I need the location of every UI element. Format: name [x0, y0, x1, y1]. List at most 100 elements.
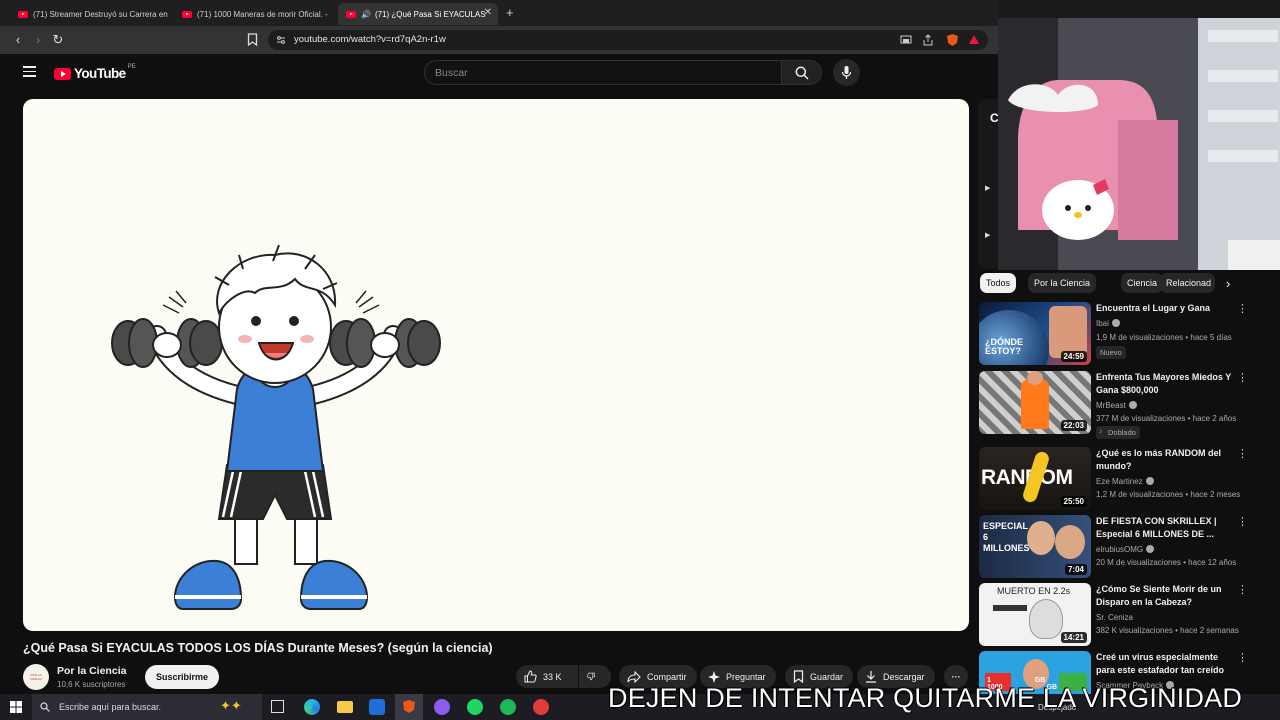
site-settings-icon[interactable] [276, 35, 286, 45]
mail-icon[interactable] [369, 699, 385, 715]
chip-todos[interactable]: Todos [980, 273, 1017, 293]
recommendation-item[interactable]: ESPECIAL 6 MILLONES 7:04 DE FIESTA CON S… [979, 515, 1279, 579]
chevron-right-icon[interactable]: › [1226, 276, 1230, 291]
video-thumbnail[interactable]: 22:03 [979, 371, 1091, 434]
channel-avatar[interactable]: POR LA CIENCIA [23, 664, 49, 690]
video-title[interactable]: Encuentra el Lugar y Gana [1096, 302, 1236, 315]
close-tab-icon[interactable]: ✕ [484, 7, 492, 18]
brave-rewards-icon[interactable] [968, 34, 980, 45]
reload-icon[interactable]: ↻ [50, 32, 66, 48]
menu-icon[interactable] [23, 66, 36, 77]
share-page-icon[interactable] [922, 34, 934, 46]
video-thumbnail[interactable]: ESPECIAL 6 MILLONES 7:04 [979, 515, 1091, 578]
video-duration: 25:50 [1060, 496, 1087, 507]
download-label: Descargar [883, 671, 925, 682]
video-title[interactable]: ¿Qué es lo más RANDOM del mundo? [1096, 447, 1236, 473]
video-meta: 1,9 M de visualizaciones • hace 5 días [1096, 333, 1232, 342]
video-thumbnail[interactable]: MUERTO EN 2.2s 14:21 [979, 583, 1091, 646]
chip-relacionados[interactable]: Relacionad [1160, 273, 1215, 293]
back-icon[interactable]: ‹ [10, 32, 26, 47]
url-text: youtube.com/watch?v=rd7qA2n-r1w [294, 34, 446, 45]
video-thumbnail[interactable]: RANDOM 25:50 [979, 447, 1091, 510]
sparkle-icon: ✦✦ [220, 698, 242, 713]
more-options-icon[interactable]: ⋮ [1237, 515, 1248, 528]
video-meta: 382 K visualizaciones • hace 2 semanas [1096, 626, 1239, 635]
video-duration: 7:04 [1064, 564, 1087, 575]
video-meta: 1,2 M de visualizaciones • hace 2 meses [1096, 490, 1241, 499]
play-icon[interactable]: ▶ [985, 184, 990, 192]
more-options-icon[interactable]: ⋮ [1237, 651, 1248, 664]
more-options-icon[interactable]: ⋮ [1237, 583, 1248, 596]
video-meta: 20 M de visualizaciones • hace 12 años [1096, 558, 1237, 567]
file-explorer-icon[interactable] [337, 701, 353, 713]
left-shoe [173, 559, 243, 610]
more-options-icon[interactable]: ⋮ [1237, 302, 1248, 315]
video-title: ¿Qué Pasa Si EYACULAS TODOS LOS DÍAS Dur… [23, 641, 493, 655]
avatar-text: POR LA CIENCIA [29, 673, 43, 681]
search-button[interactable] [781, 60, 822, 85]
dislike-button[interactable] [579, 665, 611, 688]
chip-por-la-ciencia[interactable]: Por la Ciencia [1028, 273, 1097, 293]
taskbar-search[interactable]: Escribe aquí para buscar. ✦✦ [32, 694, 262, 720]
channel-name[interactable]: Ibai [1096, 319, 1120, 328]
browser-tab[interactable]: (71) 1000 Maneras de morir Oficial. - [174, 3, 334, 25]
edge-icon[interactable] [304, 699, 320, 715]
dubbed-icon: ♪ [1099, 428, 1103, 435]
bookmark-icon[interactable] [247, 33, 258, 46]
video-title[interactable]: Enfrenta Tus Mayores Miedos Y Gana $800,… [1096, 371, 1236, 397]
voice-search-button[interactable] [833, 59, 860, 86]
save-label: Guardar [810, 671, 844, 682]
taskbar-brave-active[interactable] [395, 694, 423, 720]
browser-tab[interactable]: (71) Streamer Destruyó su Carrera en [10, 3, 170, 25]
app-icon[interactable] [467, 699, 483, 715]
app-icon[interactable] [533, 699, 549, 715]
new-tab-button[interactable]: + [506, 5, 514, 20]
youtube-favicon-icon [346, 10, 356, 18]
webcam-scene [998, 0, 1280, 270]
more-options-icon[interactable]: ⋮ [1237, 371, 1248, 384]
video-duration: 22:03 [1060, 420, 1087, 431]
browser-tab-active[interactable]: 🔊 (71) ¿Qué Pasa Si EYACULAS ✕ [338, 3, 498, 25]
like-button[interactable]: 33 K [516, 665, 578, 688]
video-thumbnail[interactable]: ¿DÓNDE ESTOY? 24:59 [979, 302, 1091, 365]
more-options-icon[interactable]: ⋮ [1237, 447, 1248, 460]
browser-tab-bar: (71) Streamer Destruyó su Carrera en (71… [0, 0, 1000, 26]
forward-icon[interactable]: › [30, 32, 46, 47]
microphone-icon [841, 66, 852, 79]
video-frame-illustration [111, 244, 441, 610]
sidebar-panel-edge: C ▶ ▶ [978, 99, 999, 269]
task-view-icon[interactable] [271, 700, 284, 713]
obs-icon[interactable] [434, 699, 450, 715]
youtube-logo[interactable]: YouTube PE [54, 64, 136, 81]
channel-name[interactable]: elrubiusOMG [1096, 545, 1155, 554]
tab-label: (71) ¿Qué Pasa Si EYACULAS [374, 9, 486, 19]
video-title[interactable]: DE FIESTA CON SKRILLEX | Especial 6 MILL… [1096, 515, 1236, 541]
channel-name[interactable]: Por la Ciencia [57, 665, 126, 677]
address-bar[interactable]: youtube.com/watch?v=rd7qA2n-r1w [268, 30, 988, 50]
download-icon [866, 671, 876, 683]
video-duration: 24:59 [1060, 351, 1087, 362]
channel-name[interactable]: Sr. Ceniza [1096, 613, 1133, 622]
video-player[interactable] [23, 99, 969, 631]
video-title[interactable]: Creé un virus especialmente para este es… [1096, 651, 1236, 677]
recommendation-item[interactable]: ¿DÓNDE ESTOY? 24:59 Encuentra el Lugar y… [979, 302, 1279, 366]
sparkle-icon [708, 670, 720, 683]
search-icon [795, 66, 809, 80]
subscribe-button[interactable]: Suscribirme [145, 665, 220, 689]
recommendation-item[interactable]: 22:03 Enfrenta Tus Mayores Miedos Y Gana… [979, 371, 1279, 439]
spotify-icon[interactable] [500, 699, 516, 715]
cast-icon[interactable] [900, 35, 912, 45]
video-title[interactable]: ¿Cómo Se Siente Morir de un Disparo en l… [1096, 583, 1236, 609]
search-input[interactable]: Buscar [424, 60, 782, 85]
tab-label: (71) Streamer Destruyó su Carrera en [33, 9, 168, 19]
recommendation-item[interactable]: MUERTO EN 2.2s 14:21 ¿Cómo Se Siente Mor… [979, 583, 1279, 647]
channel-name[interactable]: Eze Martinez [1096, 477, 1154, 486]
chip-ciencia[interactable]: Ciencia [1121, 273, 1164, 293]
channel-name[interactable]: MrBeast [1096, 401, 1137, 410]
youtube-favicon-icon [18, 10, 28, 18]
recommendation-item[interactable]: RANDOM 25:50 ¿Qué es lo más RANDOM del m… [979, 447, 1279, 511]
windows-start-icon[interactable] [10, 701, 22, 713]
play-icon[interactable]: ▶ [985, 231, 990, 239]
stream-overlay-text: DEJEN DE INTENTAR QUITARME LA VIRGINIDAD [608, 683, 1243, 713]
brave-shields-icon[interactable] [946, 33, 959, 47]
